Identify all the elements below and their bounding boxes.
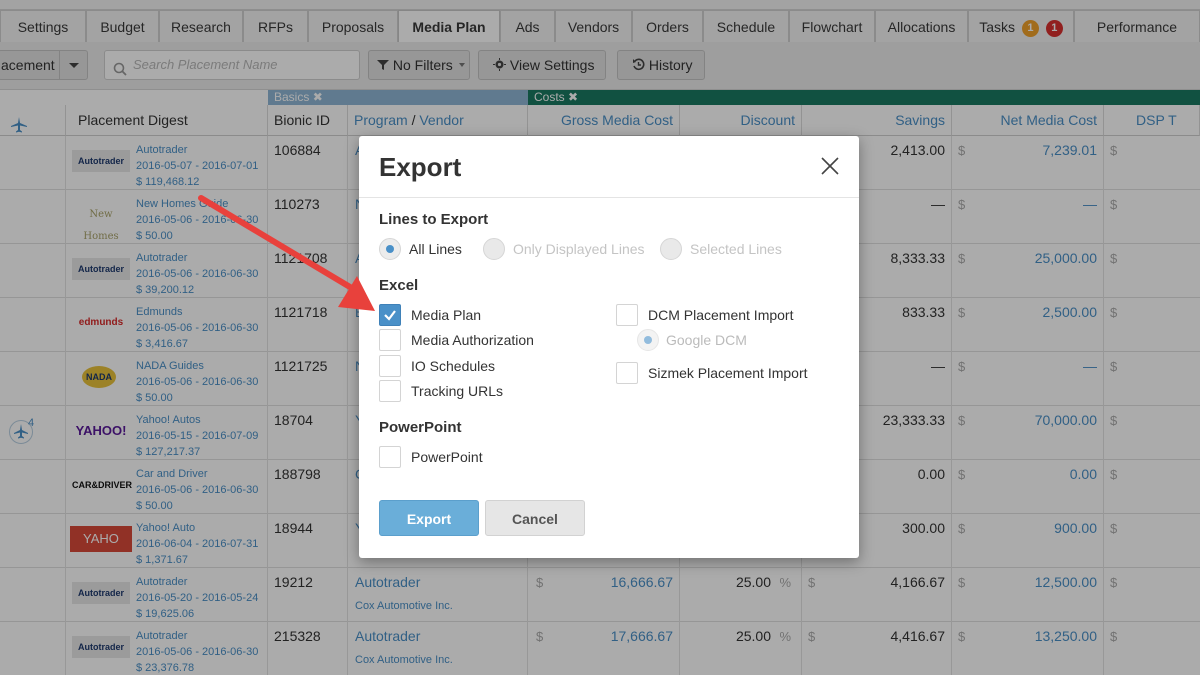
io-schedules-label: IO Schedules (411, 358, 496, 374)
media-authorization-label: Media Authorization (411, 332, 534, 348)
export-dialog: Export Lines to Export All Lines Only Di… (359, 136, 859, 558)
checkbox-media-authorization[interactable] (379, 329, 401, 351)
radio-all-lines-label: All Lines (409, 241, 462, 257)
dialog-title: Export (379, 152, 462, 182)
checkbox-media-plan[interactable] (379, 304, 401, 326)
google-dcm-label: Google DCM (666, 332, 747, 348)
radio-only-displayed-label: Only Displayed Lines (513, 241, 645, 257)
radio-selected-lines-label: Selected Lines (690, 241, 782, 257)
tracking-urls-label: Tracking URLs (411, 383, 504, 399)
cancel-button[interactable]: Cancel (485, 500, 585, 536)
radio-only-displayed-lines[interactable] (483, 238, 505, 260)
divider (359, 197, 859, 198)
powerpoint-label: PowerPoint (411, 449, 483, 465)
checkbox-dcm-placement-import[interactable] (616, 304, 638, 326)
checkbox-tracking-urls[interactable] (379, 380, 401, 402)
checkbox-powerpoint[interactable] (379, 446, 401, 468)
excel-heading: Excel (379, 277, 419, 294)
close-icon[interactable] (819, 155, 841, 177)
radio-all-lines[interactable] (379, 238, 401, 260)
checkmark-icon (384, 310, 396, 321)
radio-selected-lines[interactable] (660, 238, 682, 260)
export-button[interactable]: Export (379, 500, 479, 536)
sizmek-placement-import-label: Sizmek Placement Import (648, 365, 808, 381)
radio-google-dcm[interactable] (637, 329, 659, 351)
lines-to-export-heading: Lines to Export (379, 211, 489, 228)
dcm-placement-import-label: DCM Placement Import (648, 307, 794, 323)
media-plan-label: Media Plan (411, 307, 482, 323)
checkbox-sizmek-placement-import[interactable] (616, 362, 638, 384)
powerpoint-heading: PowerPoint (379, 419, 462, 436)
checkbox-io-schedules[interactable] (379, 355, 401, 377)
